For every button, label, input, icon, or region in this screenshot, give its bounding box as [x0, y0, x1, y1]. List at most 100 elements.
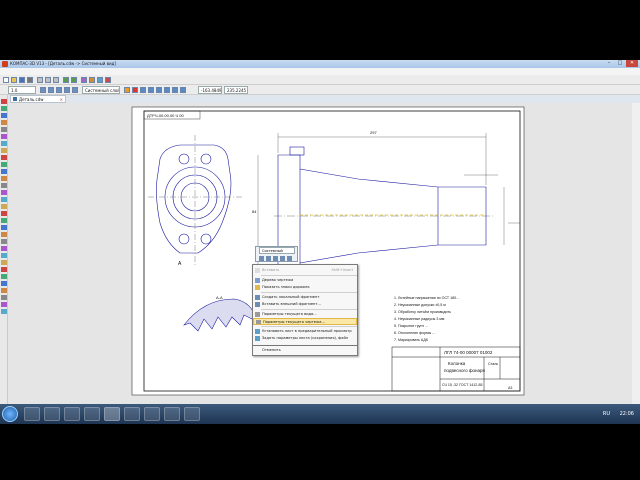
taskbar-player-icon[interactable]: [64, 407, 80, 421]
mini-refresh-icon[interactable]: [287, 256, 292, 261]
title-block-format: А3: [508, 386, 512, 390]
window-titlebar[interactable]: КОМПАС-3D V13 - [Деталь.cdw -> Системный…: [0, 60, 640, 68]
taskbar-other-icon[interactable]: [184, 407, 200, 421]
coord-x-field[interactable]: -163.4849: [198, 86, 222, 94]
menu-item-drawing-params[interactable]: Параметры текущего чертежа...: [253, 318, 357, 325]
menu-item-preview-sheet[interactable]: Установить лист в предварительный просмо…: [253, 328, 357, 335]
polygon-tool-icon[interactable]: [1, 218, 7, 223]
menu-item-paste[interactable]: Вставить Shift+Insert: [253, 267, 357, 274]
rectangle-tool-icon[interactable]: [1, 211, 7, 216]
library-icon[interactable]: [89, 77, 95, 83]
copy-tool-icon[interactable]: [1, 295, 7, 300]
menu-item-view-params[interactable]: Параметры текущего вида...: [253, 311, 357, 318]
rotated-stamp-text: ДТРЧ-00.00.00 Ч 00: [147, 113, 185, 118]
move-tool-icon[interactable]: [1, 288, 7, 293]
view-manager-icon[interactable]: [56, 87, 62, 93]
text-tool-icon[interactable]: [1, 253, 7, 258]
properties-icon[interactable]: [97, 77, 103, 83]
standard-toolbar: [0, 75, 640, 85]
menu-item-drawing-tree[interactable]: Дерево чертежа: [253, 277, 357, 284]
zoom-in-icon[interactable]: [140, 87, 146, 93]
kompas-app-icon: [2, 61, 8, 67]
measure-tool-icon[interactable]: [1, 134, 7, 139]
new-document-icon[interactable]: [3, 77, 9, 83]
manager-icon[interactable]: [81, 77, 87, 83]
chamfer-tool-icon[interactable]: [1, 239, 7, 244]
layer-manager-icon[interactable]: [48, 87, 54, 93]
view-mini-select[interactable]: Системный: [259, 247, 295, 254]
mini-pan-icon[interactable]: [273, 256, 278, 261]
print-icon[interactable]: [27, 77, 33, 83]
close-button[interactable]: ✕: [626, 60, 638, 67]
cut-icon[interactable]: [37, 77, 43, 83]
mini-zoom-in-icon[interactable]: [259, 256, 264, 261]
dimension-tool-icon[interactable]: [1, 106, 7, 111]
trim-tool-icon[interactable]: [1, 302, 7, 307]
scale-tool-icon[interactable]: [1, 281, 7, 286]
state-icon[interactable]: [64, 87, 70, 93]
scale-field[interactable]: 1.0: [8, 86, 36, 94]
fillet-tool-icon[interactable]: [1, 232, 7, 237]
taskbar-word-icon[interactable]: [164, 407, 180, 421]
open-folder-icon[interactable]: [11, 77, 17, 83]
insert-tool-icon[interactable]: [1, 162, 7, 167]
line-tool-icon[interactable]: [1, 176, 7, 181]
report-tool-icon[interactable]: [1, 155, 7, 160]
zoom-previous-icon[interactable]: [172, 87, 178, 93]
tab-close-icon[interactable]: ×: [60, 96, 63, 103]
zoom-window-icon[interactable]: [132, 87, 138, 93]
circle-tool-icon[interactable]: [1, 183, 7, 188]
system-tray: RU 22:06: [603, 404, 634, 424]
zoom-out-icon[interactable]: [148, 87, 154, 93]
mirror-tool-icon[interactable]: [1, 267, 7, 272]
point-tool-icon[interactable]: [1, 169, 7, 174]
copy-icon[interactable]: [45, 77, 51, 83]
minimize-button[interactable]: –: [604, 60, 614, 67]
symbols-tool-icon[interactable]: [1, 113, 7, 118]
parametrization-tool-icon[interactable]: [1, 127, 7, 132]
coord-y-field[interactable]: 235.2245: [224, 86, 248, 94]
extend-tool-icon[interactable]: [1, 309, 7, 314]
taskbar-app-icon[interactable]: [84, 407, 100, 421]
menu-item-cancel[interactable]: Отменить: [253, 347, 357, 354]
select-tool-icon[interactable]: [1, 141, 7, 146]
mini-fit-icon[interactable]: [280, 256, 285, 261]
table-tool-icon[interactable]: [1, 260, 7, 265]
menu-item-sheet-params[interactable]: Задать параметры листа (сохранения), фай…: [253, 335, 357, 342]
tray-language[interactable]: RU: [603, 411, 610, 417]
menu-item-local-fragment[interactable]: Создать локальный фрагмент: [253, 294, 357, 301]
spec-tool-icon[interactable]: [1, 148, 7, 153]
grid-icon[interactable]: [72, 87, 78, 93]
pan-icon[interactable]: [156, 87, 162, 93]
drawing-canvas[interactable]: ДТРЧ-00.00.00 Ч 00 А 297 84 А-А 1. Литей…: [8, 103, 632, 408]
tab-document[interactable]: Деталь.cdw ×: [10, 95, 66, 103]
rotate-tool-icon[interactable]: [1, 274, 7, 279]
paste-icon[interactable]: [53, 77, 59, 83]
redo-icon[interactable]: [71, 77, 77, 83]
start-button[interactable]: [2, 406, 18, 422]
hatch-tool-icon[interactable]: [1, 225, 7, 230]
save-icon[interactable]: [19, 77, 25, 83]
tray-clock[interactable]: 22:06: [620, 411, 634, 417]
help-icon[interactable]: [105, 77, 111, 83]
zoom-fit-icon[interactable]: [164, 87, 170, 93]
taskbar-paint-icon[interactable]: [144, 407, 160, 421]
layer-select[interactable]: Системный слой (0): [82, 86, 120, 94]
edit-tool-icon[interactable]: [1, 120, 7, 125]
menu-item-show-tracks[interactable]: Показать знаки дорожек: [253, 284, 357, 291]
undo-icon[interactable]: [63, 77, 69, 83]
taskbar-recorder-icon[interactable]: [124, 407, 140, 421]
taskbar-kompas-icon[interactable]: [104, 407, 120, 421]
taskbar-explorer-icon[interactable]: [44, 407, 60, 421]
menu-item-insert-fragment[interactable]: Вставить внешний фрагмент...: [253, 301, 357, 308]
offset-tool-icon[interactable]: [1, 246, 7, 251]
spline-tool-icon[interactable]: [1, 204, 7, 209]
zoom-next-icon[interactable]: [180, 87, 186, 93]
ellipse-tool-icon[interactable]: [1, 197, 7, 202]
geometry-tool-icon[interactable]: [1, 99, 7, 104]
arc-tool-icon[interactable]: [1, 190, 7, 195]
maximize-button[interactable]: □: [615, 60, 625, 67]
refresh-icon[interactable]: [124, 87, 130, 93]
mini-zoom-out-icon[interactable]: [266, 256, 271, 261]
taskbar-ie-icon[interactable]: [24, 407, 40, 421]
